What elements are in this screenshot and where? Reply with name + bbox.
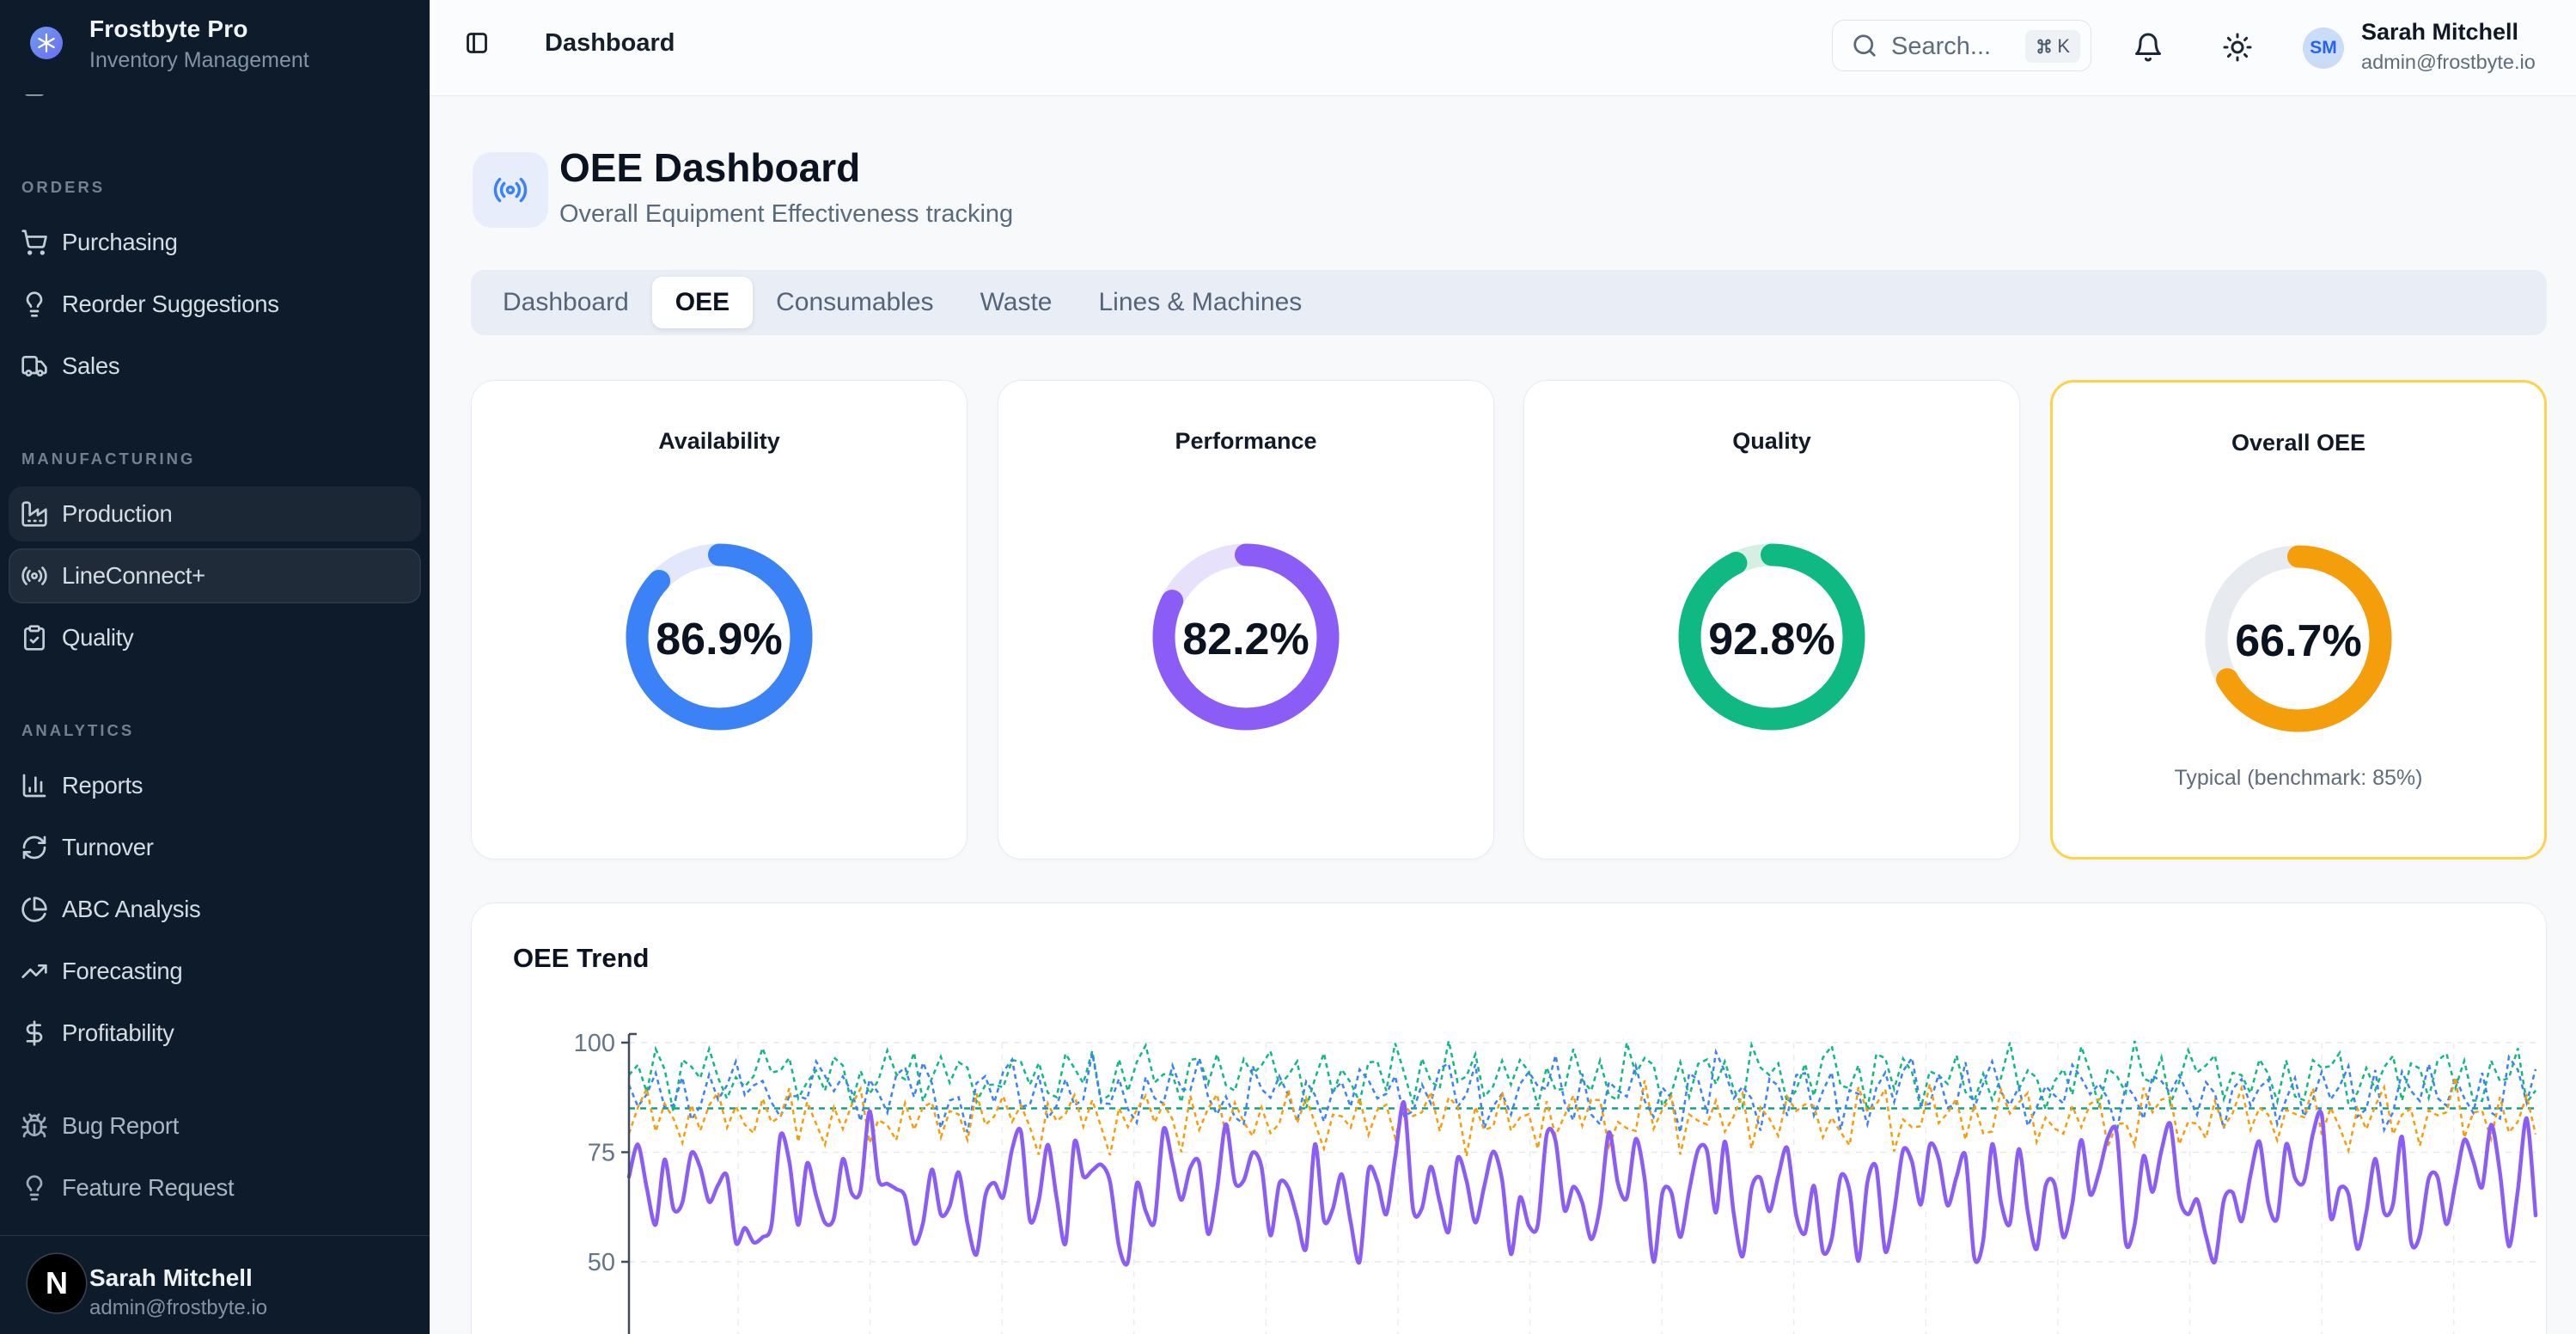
svg-text:50: 50 — [588, 1249, 615, 1276]
svg-text:100: 100 — [574, 1030, 615, 1057]
svg-text:75: 75 — [588, 1140, 615, 1167]
